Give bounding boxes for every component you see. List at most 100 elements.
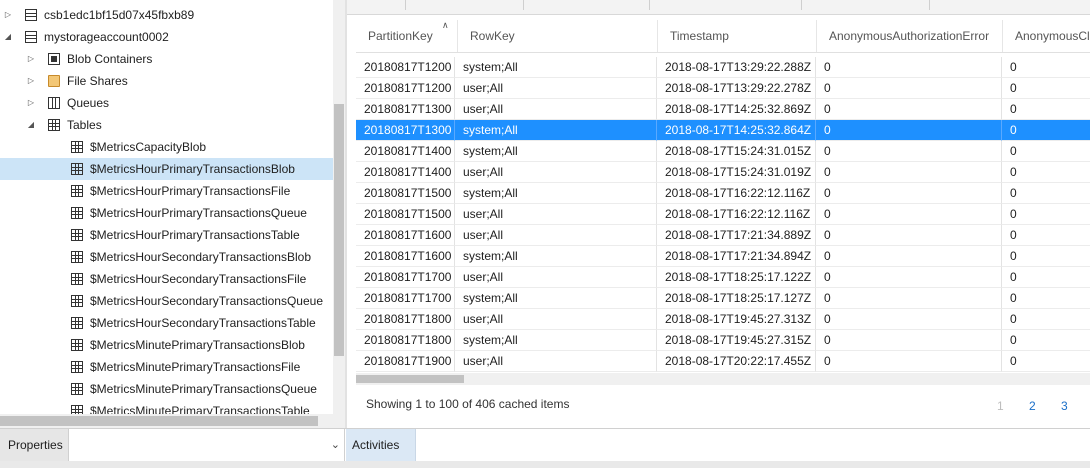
collapse-arrow-icon[interactable]: ◢ [26,114,36,136]
table-cell: user;All [455,162,657,183]
table-cell: system;All [455,120,657,141]
table-row[interactable]: 20180817T1300 system;All 2018-08-17T14:25:… [356,120,1090,141]
tree-item-label: $MetricsMinutePrimaryTransactionsQueue [90,382,317,396]
table-cell: 0 [816,225,1002,246]
table-icon [71,273,83,285]
table-row[interactable]: 20180817T1400 user;All 2018-08-17T15:24:31… [356,162,1090,183]
tree-item-label: $MetricsHourPrimaryTransactionsFile [90,184,291,198]
table-row[interactable]: 20180817T1900 user;All 2018-08-17T20:22:17… [356,351,1090,372]
expand-arrow-icon[interactable]: ▷ [26,92,36,114]
table-cell: user;All [455,78,657,99]
grid-horizontal-scroll-thumb[interactable] [356,375,464,383]
tree-item-label: $MetricsMinutePrimaryTransactionsBlob [90,338,305,352]
tree-horizontal-scrollbar[interactable] [0,414,333,428]
grid-horizontal-scrollbar[interactable] [356,373,1090,385]
tree-horizontal-scroll-thumb[interactable] [0,416,318,426]
table-row[interactable]: 20180817T1700 system;All 2018-08-17T18:25:… [356,288,1090,309]
tree-item[interactable]: ◢ mystorageaccount0002 [0,26,333,48]
column-header-label: PartitionKey [368,29,433,43]
tree-vertical-scroll-thumb[interactable] [334,104,344,356]
table-row[interactable]: 20180817T1300 user;All 2018-08-17T14:25:32… [356,99,1090,120]
column-header[interactable]: AnonymousAuthorizationError [817,20,1003,52]
tree-item-table[interactable]: $MetricsMinutePrimaryTransactionsBlob [0,334,333,356]
table-cell: system;All [455,288,657,309]
table-icon [71,317,83,329]
table-cell: 0 [1002,330,1090,351]
tree-item-table[interactable]: $MetricsHourSecondaryTransactionsBlob [0,246,333,268]
toolbar-divider [523,0,524,10]
table-cell: user;All [455,351,657,372]
tree-item-table[interactable]: $MetricsCapacityBlob [0,136,333,158]
table-icon [71,295,83,307]
table-row[interactable]: 20180817T1400 system;All 2018-08-17T15:24:… [356,141,1090,162]
table-cell: 2018-08-17T18:25:17.122Z [657,267,816,288]
tree-item-label: $MetricsHourSecondaryTransactionsBlob [90,250,311,264]
expand-arrow-icon[interactable]: ▷ [26,70,36,92]
tree-item-table[interactable]: $MetricsHourPrimaryTransactionsQueue [0,202,333,224]
table-cell: 2018-08-17T15:24:31.019Z [657,162,816,183]
table-cell: user;All [455,225,657,246]
table-cell: 20180817T1200 [356,57,455,78]
page-1-link[interactable]: 1 [997,399,1004,413]
table-row[interactable]: 20180817T1200 user;All 2018-08-17T13:29:22… [356,78,1090,99]
table-icon [71,141,83,153]
sort-ascending-icon[interactable]: ∧ [442,20,449,31]
table-icon [71,185,83,197]
table-cell: 2018-08-17T19:45:27.315Z [657,330,816,351]
table-cell: 0 [1002,288,1090,309]
tree-item-table[interactable]: $MetricsHourPrimaryTransactionsTable [0,224,333,246]
table-cell: user;All [455,99,657,120]
tree-item-table[interactable]: $MetricsHourSecondaryTransactionsTable [0,312,333,334]
column-header-label: AnonymousCl [1015,29,1090,43]
column-header[interactable]: RowKey [458,20,658,52]
tree-item-table[interactable]: $MetricsHourSecondaryTransactionsQueue [0,290,333,312]
tree-item-label: Queues [67,96,110,110]
table-cell: 2018-08-17T13:29:22.278Z [657,78,816,99]
table-cell: 0 [816,141,1002,162]
table-row[interactable]: 20180817T1500 system;All 2018-08-17T16:22:… [356,183,1090,204]
tree-item-table[interactable]: $MetricsHourSecondaryTransactionsFile [0,268,333,290]
table-row[interactable]: 20180817T1200 system;All 2018-08-17T13:29:… [356,57,1090,78]
table-cell: 2018-08-17T16:22:12.116Z [657,183,816,204]
collapse-arrow-icon[interactable]: ◢ [3,26,13,48]
column-header[interactable]: Timestamp [658,20,817,52]
tree-item-label: mystorageaccount0002 [44,30,169,44]
tree-item[interactable]: ▷ Queues [0,92,333,114]
activities-tab[interactable]: Activities [346,429,416,461]
table-cell: 0 [816,78,1002,99]
tree-item[interactable]: ▷ File Shares [0,70,333,92]
tree-item[interactable]: ▷ Blob Containers [0,48,333,70]
table-icon [71,163,83,175]
tree-vertical-scrollbar[interactable] [333,0,345,428]
table-cell: 2018-08-17T16:22:12.116Z [657,204,816,225]
page-2-link[interactable]: 2 [1029,399,1036,413]
tree-item-table[interactable]: $MetricsMinutePrimaryTransactionsQueue [0,378,333,400]
expand-arrow-icon[interactable]: ▷ [26,48,36,70]
table-row[interactable]: 20180817T1800 user;All 2018-08-17T19:45:27… [356,309,1090,330]
table-cell: user;All [455,309,657,330]
table-row[interactable]: 20180817T1600 user;All 2018-08-17T17:21:34… [356,225,1090,246]
properties-tab[interactable]: Properties [0,429,68,461]
tree-item-table[interactable]: $MetricsMinutePrimaryTransactionsFile [0,356,333,378]
table-cell: 0 [816,57,1002,78]
properties-dropdown[interactable]: ⌄ [68,429,345,461]
page-3-link[interactable]: 3 [1061,399,1068,413]
expand-arrow-icon[interactable]: ▷ [3,4,13,26]
table-row[interactable]: 20180817T1600 system;All 2018-08-17T17:21:… [356,246,1090,267]
tree-item-table[interactable]: $MetricsHourPrimaryTransactionsFile [0,180,333,202]
tree-item[interactable]: ◢ Tables [0,114,333,136]
table-cell: 2018-08-17T15:24:31.015Z [657,141,816,162]
tree-item[interactable]: ▷ csb1edc1bf15d07x45fbxb89 [0,4,333,26]
tree-item-table[interactable]: $MetricsHourPrimaryTransactionsBlob [0,158,333,180]
column-header-label: Timestamp [670,29,729,43]
column-header[interactable]: AnonymousCl [1003,20,1090,52]
table-cell: 0 [816,267,1002,288]
table-row[interactable]: 20180817T1700 user;All 2018-08-17T18:25:17… [356,267,1090,288]
table-cell: 2018-08-17T17:21:34.889Z [657,225,816,246]
table-row[interactable]: 20180817T1800 system;All 2018-08-17T19:45:… [356,330,1090,351]
blob-containers-icon [48,53,60,65]
table-cell: 20180817T1500 [356,204,455,225]
table-row[interactable]: 20180817T1500 user;All 2018-08-17T16:22:12… [356,204,1090,225]
table-cell: 20180817T1800 [356,330,455,351]
table-cell: 0 [816,351,1002,372]
